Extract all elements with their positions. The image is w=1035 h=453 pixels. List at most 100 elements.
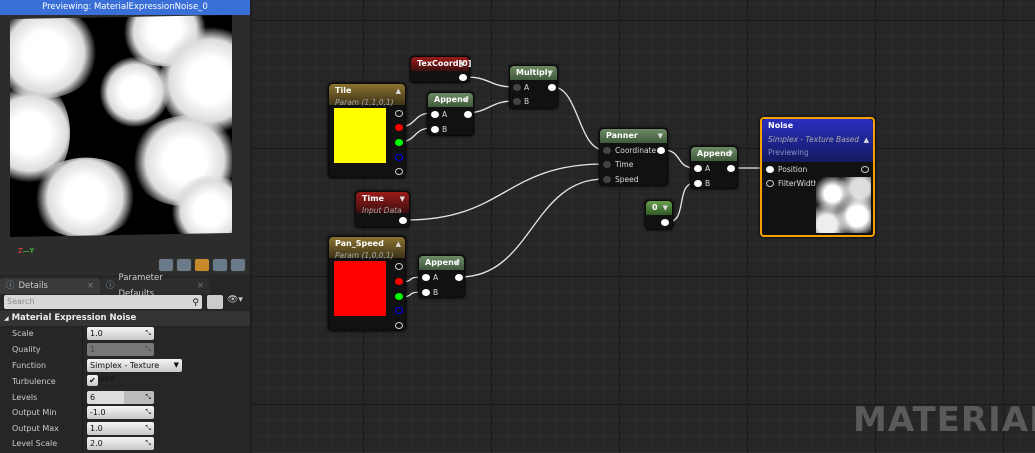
output-min-field[interactable]: -1.0 ⤡: [87, 406, 154, 419]
node-header: Panner ▼: [600, 129, 667, 143]
node-header: Append ▼: [428, 93, 473, 107]
property-label: Levels: [12, 393, 38, 402]
output-pin[interactable]: [661, 219, 669, 226]
node-header: TexCoord[0] ▼: [411, 57, 471, 71]
output-pin[interactable]: [464, 111, 472, 118]
input-pin-b[interactable]: [422, 289, 430, 296]
output-pin[interactable]: [455, 274, 463, 281]
property-label: Quality: [12, 345, 41, 354]
function-dropdown[interactable]: Simplex - Texture Based ▼: [87, 359, 182, 383]
input-pin-a[interactable]: [422, 274, 430, 281]
input-pin-a[interactable]: [694, 165, 702, 172]
output-pin[interactable]: [727, 165, 735, 172]
input-pin-b[interactable]: [513, 98, 521, 105]
levels-slider[interactable]: 6 ⤡: [87, 391, 154, 404]
input-pin-filterwidth[interactable]: [766, 180, 774, 187]
node-append-2[interactable]: Append ▼ A B: [418, 255, 465, 298]
tab-details[interactable]: ⓘ Details ×: [0, 278, 100, 294]
input-pin-position[interactable]: [766, 166, 774, 173]
property-label: Turbulence: [12, 377, 56, 386]
turbulence-checkbox[interactable]: ✔: [87, 375, 98, 386]
output-pin-b[interactable]: [395, 154, 403, 161]
node-pan-speed[interactable]: Pan_Speed ▲ Param (1,0,0,1): [328, 236, 406, 331]
output-pin-a[interactable]: [395, 322, 403, 329]
node-tile[interactable]: Tile ▲ Param (1,1,0,1): [328, 83, 406, 178]
details-icon: ⓘ: [6, 281, 15, 291]
input-pin-time[interactable]: [603, 161, 611, 168]
property-quality: Quality 1 ⤡: [0, 342, 250, 358]
axis-gizmo: Z—Y: [18, 247, 35, 255]
close-icon[interactable]: ×: [197, 278, 204, 294]
property-output-min: Output Min -1.0 ⤡: [0, 405, 250, 421]
output-max-field[interactable]: 1.0 ⤡: [87, 422, 154, 435]
level-scale-field[interactable]: 2.0 ⤡: [87, 437, 154, 450]
output-pin-r[interactable]: [395, 124, 403, 131]
property-label: Level Scale: [12, 439, 58, 448]
preview-viewport[interactable]: Z—Y: [0, 15, 250, 275]
node-noise[interactable]: Noise ▲ Simplex - Texture Based Previewing …: [760, 117, 875, 237]
output-pin[interactable]: [861, 166, 869, 173]
color-swatch: [334, 261, 386, 316]
property-levels: Levels 6 ⤡: [0, 390, 250, 406]
output-pin[interactable]: [657, 147, 665, 154]
collapse-icon: ▲: [395, 87, 401, 95]
output-pin-g[interactable]: [395, 139, 403, 146]
plane-preview-button[interactable]: [194, 258, 210, 272]
output-pin-rgb[interactable]: [395, 263, 403, 270]
color-swatch: [334, 108, 386, 163]
node-header: Noise ▲ Simplex - Texture Based Previewing: [762, 119, 873, 162]
output-pin-rgb[interactable]: [395, 110, 403, 117]
input-pin-coordinate[interactable]: [603, 147, 611, 154]
node-panner[interactable]: Panner ▼ Coordinate Time Speed: [599, 128, 668, 186]
property-turbulence: Turbulence ✔: [0, 374, 250, 390]
node-time[interactable]: Time ▼ Input Data: [355, 191, 410, 228]
output-pin-r[interactable]: [395, 278, 403, 285]
input-pin-speed[interactable]: [603, 176, 611, 183]
node-header: Pan_Speed ▲ Param (1,0,0,1): [329, 237, 405, 260]
grid-view-button[interactable]: [207, 295, 223, 309]
node-append-1[interactable]: Append ▼ A B: [427, 92, 474, 136]
property-label: Output Min: [12, 408, 57, 417]
node-append-3[interactable]: Append ▼ A B: [690, 146, 738, 189]
node-header: Append ▼: [691, 147, 737, 161]
node-header: Append ▼: [419, 256, 464, 270]
property-label: Scale: [12, 329, 34, 338]
section-header[interactable]: ◢ Material Expression Noise: [0, 311, 250, 326]
dropdown-icon: ▼: [459, 60, 465, 68]
search-input[interactable]: Search ⚲: [4, 295, 202, 309]
section-title: Material Expression Noise: [11, 313, 137, 323]
tab-label: Details: [18, 281, 48, 291]
input-pin-a[interactable]: [513, 84, 521, 91]
search-icon: ⚲: [192, 298, 199, 308]
noise-node-preview: [816, 177, 871, 233]
node-header: 0 ▼: [646, 201, 672, 215]
node-multiply[interactable]: Multiply ▼ A B: [509, 65, 558, 109]
node-header: Multiply ▼: [510, 66, 557, 80]
preview-title: Previewing: MaterialExpressionNoise_0: [0, 0, 250, 15]
input-pin-b[interactable]: [694, 180, 702, 187]
cube-preview-button[interactable]: [212, 258, 228, 272]
output-pin-a[interactable]: [395, 168, 403, 175]
property-output-max: Output Max 1.0 ⤡: [0, 421, 250, 437]
input-pin-a[interactable]: [431, 111, 439, 118]
output-pin[interactable]: [399, 217, 407, 224]
property-function: Function Simplex - Texture Based ▼: [0, 358, 250, 383]
output-pin[interactable]: [548, 84, 556, 91]
tab-parameter-defaults[interactable]: ⓘ Parameter Defaults ×: [100, 273, 210, 299]
visibility-eye-icon[interactable]: 👁▾: [227, 295, 243, 305]
search-placeholder: Search: [7, 297, 35, 306]
output-pin[interactable]: [459, 74, 467, 81]
node-texcoord[interactable]: TexCoord[0] ▼: [410, 56, 471, 83]
output-pin-b[interactable]: [395, 307, 403, 314]
collapse-icon: ◢: [4, 315, 9, 322]
output-pin-g[interactable]: [395, 293, 403, 300]
scale-field[interactable]: 1.0 ⤡: [87, 327, 154, 340]
left-panel: Previewing: MaterialExpressionNoise_0 Z—…: [0, 0, 250, 453]
mesh-preview-button[interactable]: [230, 258, 246, 272]
node-header: Tile ▲ Param (1,1,0,1): [329, 84, 405, 107]
close-icon[interactable]: ×: [87, 278, 94, 294]
node-constant[interactable]: 0 ▼: [645, 200, 673, 230]
material-watermark: MATERIAL: [853, 400, 1035, 440]
input-pin-b[interactable]: [431, 126, 439, 133]
property-label: Output Max: [12, 424, 59, 433]
